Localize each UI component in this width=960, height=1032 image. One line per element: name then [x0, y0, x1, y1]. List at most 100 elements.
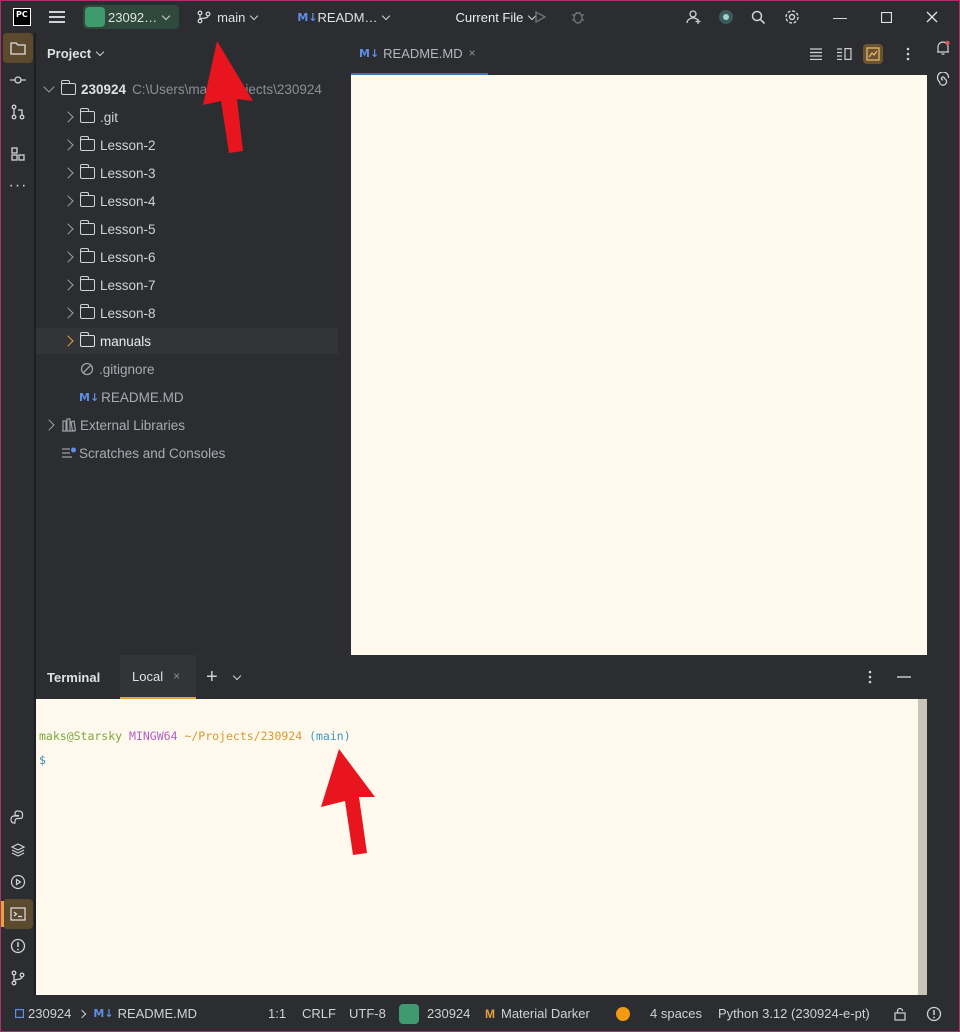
expand-arrow-icon[interactable]: [62, 223, 74, 235]
indent-widget[interactable]: 4 spaces: [650, 995, 702, 1031]
close-tab-icon[interactable]: ×: [469, 46, 476, 60]
project-switcher[interactable]: 23092…: [83, 5, 180, 29]
expand-arrow-icon[interactable]: [62, 335, 74, 347]
file-encoding[interactable]: UTF-8: [349, 995, 386, 1031]
folder-icon: [60, 80, 76, 95]
prompt-branch: (main): [309, 729, 351, 743]
main-menu-button[interactable]: [49, 11, 65, 23]
terminal-input-line[interactable]: $: [39, 753, 46, 767]
preview-only-icon[interactable]: [863, 44, 883, 64]
expand-arrow-icon[interactable]: [62, 251, 74, 263]
debug-icon[interactable]: [569, 8, 587, 26]
hide-panel-icon[interactable]: [895, 668, 913, 686]
breadcrumb[interactable]: 230924 M↓ README.MD: [15, 995, 197, 1031]
interpreter-widget[interactable]: Python 3.12 (230924-e-pt): [718, 995, 870, 1031]
python-console-tool-button[interactable]: [3, 803, 33, 833]
pull-requests-tool-button[interactable]: [3, 97, 33, 127]
caret-position[interactable]: 1:1: [268, 995, 286, 1031]
terminal-scrollbar[interactable]: [918, 699, 927, 995]
problems-status-icon[interactable]: [926, 995, 942, 1031]
recent-file-widget[interactable]: M↓ READM…: [297, 10, 393, 25]
read-only-lock-icon[interactable]: [893, 995, 907, 1031]
terminal-icon: [10, 907, 26, 921]
editor-tab-bar: M↓ README.MD ×: [351, 33, 927, 75]
chevron-down-icon[interactable]: [232, 671, 241, 680]
project-tool-button[interactable]: [3, 33, 33, 63]
editor-more-options-icon[interactable]: [899, 45, 917, 63]
search-icon[interactable]: [749, 8, 767, 26]
notifications-bell-icon[interactable]: [934, 39, 952, 57]
expand-arrow-icon[interactable]: [62, 111, 74, 123]
module-color-icon: [399, 1003, 419, 1024]
terminal-prompt-line: maks@Starsky MINGW64 ~/Projects/230924 (…: [39, 729, 351, 743]
run-controls: [531, 1, 587, 33]
markdown-preview-area[interactable]: [351, 75, 927, 655]
terminal-title: Terminal: [47, 669, 101, 685]
expand-arrow-icon[interactable]: [62, 139, 74, 151]
tree-folder-lesson-8[interactable]: Lesson-8: [36, 300, 338, 326]
editor-only-icon[interactable]: [807, 45, 825, 63]
commit-tool-button[interactable]: [3, 65, 33, 95]
code-with-me-icon[interactable]: [685, 8, 703, 26]
tree-file-gitignore[interactable]: .gitignore: [36, 356, 338, 382]
titlebar-right-tools: —: [685, 1, 955, 33]
minimize-button[interactable]: —: [817, 1, 863, 33]
folder-icon: [79, 276, 95, 291]
new-terminal-plus-icon[interactable]: +: [206, 666, 218, 689]
tree-file-readme[interactable]: M↓ README.MD: [36, 384, 338, 410]
tree-root-folder[interactable]: 230924 C:\Users\maks\Projects\230924: [36, 76, 338, 102]
folder-icon: [79, 136, 95, 151]
expand-arrow-icon[interactable]: [62, 195, 74, 207]
folder-name: Lesson-7: [100, 277, 156, 293]
expand-arrow-icon[interactable]: [43, 81, 55, 93]
tree-folder-lesson-5[interactable]: Lesson-5: [36, 216, 338, 242]
run-config-selector[interactable]: Current File: [455, 10, 539, 25]
theme-accent-indicator[interactable]: [616, 995, 630, 1031]
expand-arrow-icon[interactable]: [62, 307, 74, 319]
run-icon[interactable]: [531, 8, 549, 26]
services-tool-button[interactable]: [3, 867, 33, 897]
theme-widget[interactable]: M Material Darker: [485, 995, 590, 1031]
tree-scratches-consoles[interactable]: Scratches and Consoles: [36, 440, 338, 466]
folder-name: Lesson-4: [100, 193, 156, 209]
line-endings[interactable]: CRLF: [302, 995, 336, 1031]
module-widget[interactable]: 230924: [399, 995, 470, 1031]
tree-folder-lesson-7[interactable]: Lesson-7: [36, 272, 338, 298]
tree-external-libraries[interactable]: External Libraries: [36, 412, 338, 438]
maximize-button[interactable]: [863, 1, 909, 33]
pull-request-icon: [11, 104, 25, 120]
tree-folder-manuals[interactable]: manuals: [36, 328, 338, 354]
terminal-tab-local[interactable]: Local ×: [120, 655, 196, 699]
structure-tool-button[interactable]: [3, 139, 33, 169]
expand-arrow-icon[interactable]: [62, 279, 74, 291]
python-packages-tool-button[interactable]: [3, 835, 33, 865]
python-icon: [10, 810, 24, 824]
problems-tool-button[interactable]: [3, 931, 33, 961]
tree-folder-lesson-2[interactable]: Lesson-2: [36, 132, 338, 158]
close-window-button[interactable]: [909, 1, 955, 33]
tree-folder-lesson-4[interactable]: Lesson-4: [36, 188, 338, 214]
breadcrumb-project[interactable]: 230924: [28, 1006, 71, 1021]
split-view-icon[interactable]: [835, 45, 853, 63]
terminal-output[interactable]: maks@Starsky MINGW64 ~/Projects/230924 (…: [36, 699, 918, 995]
tree-folder-lesson-6[interactable]: Lesson-6: [36, 244, 338, 270]
terminal-options-icon[interactable]: [861, 668, 879, 686]
theme-label: Material Darker: [501, 1006, 590, 1021]
expand-arrow-icon[interactable]: [43, 419, 55, 431]
git-tool-button[interactable]: [3, 963, 33, 993]
markdown-icon: M↓: [93, 1007, 114, 1020]
expand-arrow-icon[interactable]: [62, 167, 74, 179]
vcs-branch-widget[interactable]: main: [197, 10, 261, 25]
tree-folder-lesson-3[interactable]: Lesson-3: [36, 160, 338, 186]
project-panel-header[interactable]: Project: [36, 33, 351, 73]
terminal-tool-button[interactable]: [1, 899, 33, 929]
editor-tab-label: README.MD: [383, 45, 463, 61]
close-tab-icon[interactable]: ×: [173, 669, 180, 683]
ai-assistant-icon[interactable]: [717, 8, 735, 26]
ai-spiral-icon[interactable]: [934, 71, 952, 89]
more-tools-button[interactable]: ···: [3, 171, 33, 201]
editor-tab-readme[interactable]: M↓ README.MD ×: [351, 33, 488, 75]
tree-folder-git[interactable]: .git: [36, 104, 338, 130]
breadcrumb-file[interactable]: README.MD: [118, 1006, 197, 1021]
settings-gear-icon[interactable]: [783, 8, 801, 26]
